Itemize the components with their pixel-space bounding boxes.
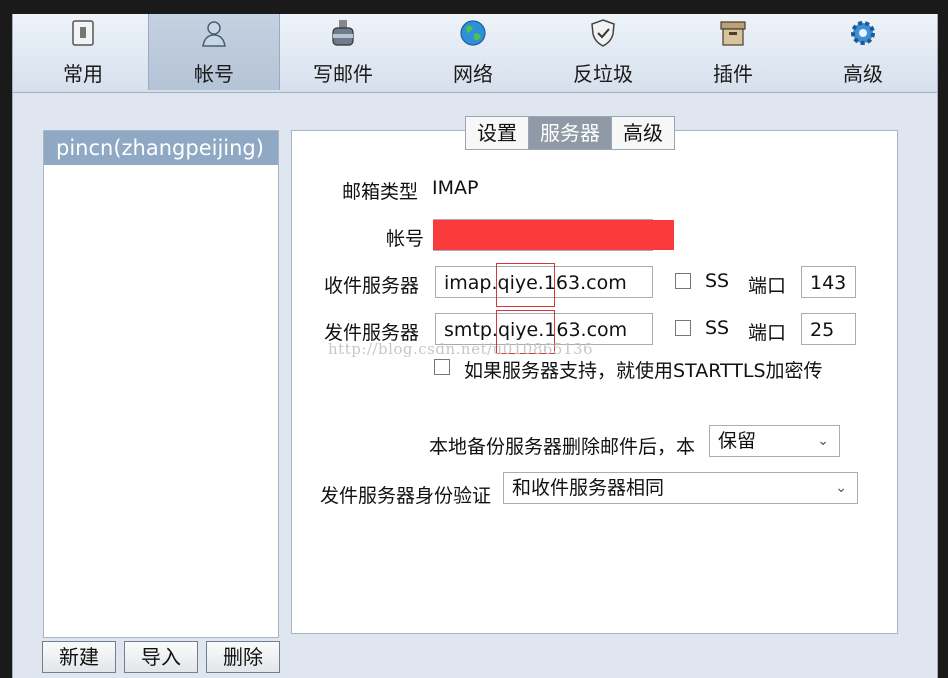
after-delete-label: 服务器删除邮件后，本 (505, 436, 696, 458)
toolbar-label: 插件 (713, 62, 753, 86)
delete-account-button[interactable]: 删除 (206, 641, 280, 673)
toolbar-item-general[interactable]: 常用 (18, 14, 148, 90)
subtab-bar: 设置 服务器 高级 (465, 116, 675, 150)
gear-icon (851, 21, 875, 45)
toolbar-label: 高级 (843, 62, 883, 86)
globe-icon (460, 20, 486, 46)
auth-value: 和收件服务器相同 (512, 477, 665, 499)
account-list[interactable]: pincn(zhangpeijing) (43, 130, 279, 638)
redaction-box (433, 220, 674, 250)
incoming-port-label: 端口 (748, 275, 787, 297)
toolbar-label: 常用 (63, 62, 103, 86)
chevron-down-icon: ⌄ (835, 480, 847, 496)
toolbar-label: 帐号 (194, 62, 234, 86)
after-delete-select[interactable]: 保留 ⌄ (709, 425, 840, 457)
tab-server[interactable]: 服务器 (529, 117, 612, 149)
toolbar-label: 网络 (453, 62, 493, 86)
chevron-down-icon: ⌄ (817, 433, 829, 449)
after-delete-value: 保留 (718, 430, 757, 452)
incoming-ssl-label: SS (705, 270, 730, 292)
toolbar: 常用 帐号 写邮件 网络 反垃圾 插件 高级 (13, 14, 937, 93)
auth-label: 发件服务器身份验证 (320, 485, 492, 507)
toolbar-item-plugins[interactable]: 插件 (668, 14, 798, 90)
incoming-server-label: 收件服务器 (324, 275, 420, 297)
toolbar-item-advanced[interactable]: 高级 (798, 14, 928, 90)
box-icon (720, 21, 746, 46)
new-account-button[interactable]: 新建 (42, 641, 116, 673)
toolbar-item-account[interactable]: 帐号 (148, 14, 280, 90)
import-account-button[interactable]: 导入 (124, 641, 198, 673)
incoming-ssl-checkbox[interactable] (675, 273, 691, 289)
mailbox-type-value: IMAP (432, 177, 479, 199)
toolbar-item-antispam[interactable]: 反垃圾 (538, 14, 668, 90)
account-label: 帐号 (386, 228, 425, 250)
outgoing-port-label: 端口 (748, 322, 787, 344)
outgoing-ssl-checkbox[interactable] (675, 320, 691, 336)
shield-icon (591, 19, 615, 47)
outgoing-port-input[interactable]: 25 (801, 313, 856, 345)
toolbar-label: 反垃圾 (573, 62, 633, 86)
auth-select[interactable]: 和收件服务器相同 ⌄ (503, 472, 858, 504)
incoming-port-input[interactable]: 143 (801, 266, 856, 298)
tab-settings[interactable]: 设置 (466, 117, 529, 149)
inkwell-icon (332, 20, 354, 46)
toolbar-item-compose[interactable]: 写邮件 (278, 14, 408, 90)
mailbox-type-label: 邮箱类型 (342, 181, 419, 203)
toolbar-item-network[interactable]: 网络 (408, 14, 538, 90)
starttls-label: 如果服务器支持，就使用STARTTLS加密传 (464, 360, 823, 382)
starttls-checkbox[interactable] (434, 359, 450, 375)
switch-icon (72, 20, 94, 46)
tab-advanced[interactable]: 高级 (612, 117, 674, 149)
highlight-box (496, 263, 555, 307)
local-backup-label: 本地备份 (429, 436, 506, 458)
outgoing-ssl-label: SS (705, 317, 730, 339)
account-item[interactable]: pincn(zhangpeijing) (44, 131, 278, 165)
user-icon (202, 21, 226, 47)
toolbar-label: 写邮件 (313, 62, 373, 86)
